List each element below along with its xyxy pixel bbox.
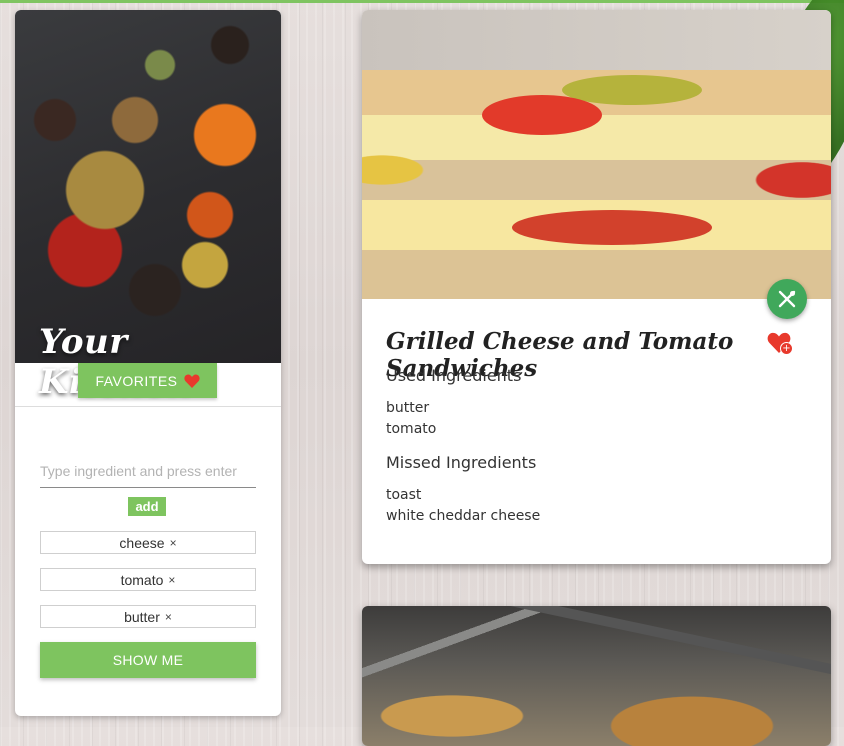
ingredient-chip-cheese: cheese ×	[40, 531, 256, 554]
missed-ingredients-heading: Missed Ingredients	[386, 453, 537, 472]
plus-badge: +	[780, 342, 793, 355]
add-button[interactable]: add	[128, 497, 166, 516]
chip-label: butter	[124, 608, 160, 625]
favorites-button[interactable]: FAVORITES	[78, 363, 217, 398]
image-detail	[465, 606, 831, 676]
spices-hero-image	[15, 10, 281, 363]
ingredient-input[interactable]	[40, 455, 256, 488]
remove-chip-icon[interactable]: ×	[165, 610, 172, 624]
used-ingredient-item: butter	[386, 400, 430, 416]
recipe-card-2[interactable]	[362, 606, 831, 746]
kitchen-panel: Your Kitchen FAVORITES add cheese × toma…	[15, 10, 281, 716]
chip-label: cheese	[119, 534, 165, 551]
recipe-image[interactable]	[362, 10, 831, 299]
ingredient-chip-tomato: tomato ×	[40, 568, 256, 591]
add-favorite-button[interactable]: +	[767, 332, 793, 360]
used-ingredient-item: tomato	[386, 421, 437, 437]
remove-chip-icon[interactable]: ×	[168, 573, 175, 587]
view-recipe-button[interactable]	[767, 279, 807, 319]
ingredient-chip-butter: butter ×	[40, 605, 256, 628]
image-detail	[482, 95, 602, 135]
image-detail	[512, 210, 712, 245]
utensils-icon	[778, 290, 796, 308]
heart-icon	[183, 374, 200, 388]
top-accent-line	[0, 0, 844, 3]
section-divider	[15, 406, 281, 407]
missed-ingredient-item: white cheddar cheese	[386, 508, 541, 524]
chip-label: tomato	[120, 571, 164, 588]
used-ingredients-heading: Used Ingredients	[386, 366, 522, 385]
show-me-button[interactable]: SHOW ME	[40, 642, 256, 678]
missed-ingredient-item: toast	[386, 487, 422, 503]
remove-chip-icon[interactable]: ×	[170, 536, 177, 550]
recipe-card: Grilled Cheese and Tomato Sandwiches + U…	[362, 10, 831, 564]
favorites-label: FAVORITES	[95, 372, 178, 389]
